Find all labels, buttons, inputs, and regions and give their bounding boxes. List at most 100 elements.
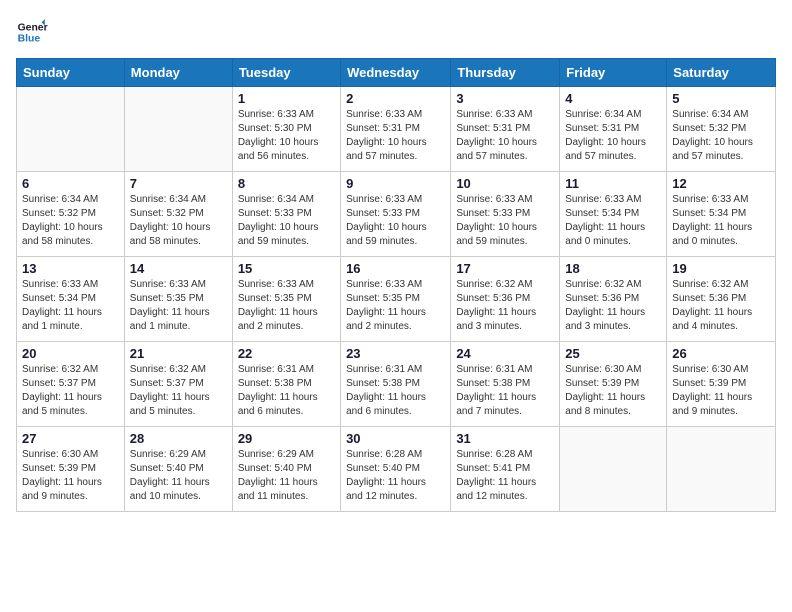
day-info: Sunrise: 6:33 AM Sunset: 5:33 PM Dayligh…	[346, 193, 445, 249]
calendar-cell: 6 Sunrise: 6:34 AM Sunset: 5:32 PM Daylig…	[17, 172, 125, 257]
day-info: Sunrise: 6:33 AM Sunset: 5:35 PM Dayligh…	[346, 278, 445, 334]
day-number: 15	[238, 261, 335, 276]
week-row-4: 20 Sunrise: 6:32 AM Sunset: 5:37 PM Dayli…	[17, 342, 776, 427]
day-number: 17	[456, 261, 554, 276]
day-number: 1	[238, 91, 335, 106]
day-info: Sunrise: 6:31 AM Sunset: 5:38 PM Dayligh…	[456, 363, 554, 419]
day-info: Sunrise: 6:33 AM Sunset: 5:31 PM Dayligh…	[456, 108, 554, 164]
day-info: Sunrise: 6:34 AM Sunset: 5:31 PM Dayligh…	[565, 108, 661, 164]
weekday-header-saturday: Saturday	[667, 59, 776, 87]
day-number: 5	[672, 91, 770, 106]
calendar-cell: 31Sunrise: 6:28 AM Sunset: 5:41 PM Dayli…	[451, 427, 560, 512]
day-number: 2	[346, 91, 445, 106]
logo: General Blue	[16, 16, 52, 48]
calendar-cell: 10 Sunrise: 6:33 AM Sunset: 5:33 PM Dayli…	[451, 172, 560, 257]
day-info: Sunrise: 6:32 AM Sunset: 5:37 PM Dayligh…	[22, 363, 119, 419]
calendar-cell: 26 Sunrise: 6:30 AM Sunset: 5:39 PM Dayli…	[667, 342, 776, 427]
calendar-cell: 18 Sunrise: 6:32 AM Sunset: 5:36 PM Dayli…	[560, 257, 667, 342]
calendar-cell: 16 Sunrise: 6:33 AM Sunset: 5:35 PM Dayli…	[341, 257, 451, 342]
calendar-cell: 15Sunrise: 6:33 AM Sunset: 5:35 PM Dayli…	[232, 257, 340, 342]
day-info: Sunrise: 6:34 AM Sunset: 5:32 PM Dayligh…	[672, 108, 770, 164]
calendar-table: SundayMondayTuesdayWednesdayThursdayFrid…	[16, 58, 776, 512]
day-number: 23	[346, 346, 445, 361]
day-info: Sunrise: 6:29 AM Sunset: 5:40 PM Dayligh…	[238, 448, 335, 504]
weekday-header-monday: Monday	[124, 59, 232, 87]
calendar-cell: 3Sunrise: 6:33 AM Sunset: 5:31 PM Daylig…	[451, 87, 560, 172]
day-number: 20	[22, 346, 119, 361]
weekday-header-friday: Friday	[560, 59, 667, 87]
calendar-cell: 1Sunrise: 6:33 AM Sunset: 5:30 PM Daylig…	[232, 87, 340, 172]
weekday-header-wednesday: Wednesday	[341, 59, 451, 87]
calendar-cell: 28Sunrise: 6:29 AM Sunset: 5:40 PM Dayli…	[124, 427, 232, 512]
day-number: 7	[130, 176, 227, 191]
day-info: Sunrise: 6:33 AM Sunset: 5:34 PM Dayligh…	[672, 193, 770, 249]
day-number: 11	[565, 176, 661, 191]
weekday-header-sunday: Sunday	[17, 59, 125, 87]
calendar-cell: 29Sunrise: 6:29 AM Sunset: 5:40 PM Dayli…	[232, 427, 340, 512]
day-number: 10	[456, 176, 554, 191]
day-number: 30	[346, 431, 445, 446]
logo-icon: General Blue	[16, 16, 48, 48]
calendar-cell: 17 Sunrise: 6:32 AM Sunset: 5:36 PM Dayli…	[451, 257, 560, 342]
week-row-5: 27 Sunrise: 6:30 AM Sunset: 5:39 PM Dayli…	[17, 427, 776, 512]
day-number: 19	[672, 261, 770, 276]
day-number: 6	[22, 176, 119, 191]
calendar-cell	[560, 427, 667, 512]
calendar-cell	[124, 87, 232, 172]
day-info: Sunrise: 6:33 AM Sunset: 5:35 PM Dayligh…	[130, 278, 227, 334]
calendar-cell: 5 Sunrise: 6:34 AM Sunset: 5:32 PM Daylig…	[667, 87, 776, 172]
day-info: Sunrise: 6:32 AM Sunset: 5:36 PM Dayligh…	[456, 278, 554, 334]
day-number: 13	[22, 261, 119, 276]
calendar-cell: 8 Sunrise: 6:34 AM Sunset: 5:33 PM Daylig…	[232, 172, 340, 257]
calendar-cell: 7 Sunrise: 6:34 AM Sunset: 5:32 PM Daylig…	[124, 172, 232, 257]
calendar-cell: 19 Sunrise: 6:32 AM Sunset: 5:36 PM Dayli…	[667, 257, 776, 342]
day-number: 27	[22, 431, 119, 446]
calendar-cell	[667, 427, 776, 512]
calendar-cell: 21 Sunrise: 6:32 AM Sunset: 5:37 PM Dayli…	[124, 342, 232, 427]
day-number: 31	[456, 431, 554, 446]
day-number: 22	[238, 346, 335, 361]
day-number: 26	[672, 346, 770, 361]
weekday-header-row: SundayMondayTuesdayWednesdayThursdayFrid…	[17, 59, 776, 87]
day-number: 18	[565, 261, 661, 276]
week-row-1: 1Sunrise: 6:33 AM Sunset: 5:30 PM Daylig…	[17, 87, 776, 172]
day-info: Sunrise: 6:32 AM Sunset: 5:36 PM Dayligh…	[672, 278, 770, 334]
day-info: Sunrise: 6:32 AM Sunset: 5:36 PM Dayligh…	[565, 278, 661, 334]
day-info: Sunrise: 6:32 AM Sunset: 5:37 PM Dayligh…	[130, 363, 227, 419]
day-number: 14	[130, 261, 227, 276]
day-number: 12	[672, 176, 770, 191]
day-number: 28	[130, 431, 227, 446]
calendar-cell	[17, 87, 125, 172]
day-info: Sunrise: 6:33 AM Sunset: 5:33 PM Dayligh…	[456, 193, 554, 249]
calendar-cell: 23Sunrise: 6:31 AM Sunset: 5:38 PM Dayli…	[341, 342, 451, 427]
calendar-cell: 22 Sunrise: 6:31 AM Sunset: 5:38 PM Dayli…	[232, 342, 340, 427]
calendar-cell: 11 Sunrise: 6:33 AM Sunset: 5:34 PM Dayli…	[560, 172, 667, 257]
day-info: Sunrise: 6:33 AM Sunset: 5:31 PM Dayligh…	[346, 108, 445, 164]
calendar-cell: 25 Sunrise: 6:30 AM Sunset: 5:39 PM Dayli…	[560, 342, 667, 427]
day-number: 8	[238, 176, 335, 191]
calendar-cell: 20 Sunrise: 6:32 AM Sunset: 5:37 PM Dayli…	[17, 342, 125, 427]
calendar-cell: 2 Sunrise: 6:33 AM Sunset: 5:31 PM Daylig…	[341, 87, 451, 172]
day-info: Sunrise: 6:30 AM Sunset: 5:39 PM Dayligh…	[22, 448, 119, 504]
weekday-header-tuesday: Tuesday	[232, 59, 340, 87]
day-info: Sunrise: 6:30 AM Sunset: 5:39 PM Dayligh…	[565, 363, 661, 419]
calendar-cell: 30 Sunrise: 6:28 AM Sunset: 5:40 PM Dayli…	[341, 427, 451, 512]
day-info: Sunrise: 6:33 AM Sunset: 5:34 PM Dayligh…	[565, 193, 661, 249]
day-info: Sunrise: 6:34 AM Sunset: 5:32 PM Dayligh…	[22, 193, 119, 249]
day-info: Sunrise: 6:30 AM Sunset: 5:39 PM Dayligh…	[672, 363, 770, 419]
day-number: 21	[130, 346, 227, 361]
calendar-cell: 14 Sunrise: 6:33 AM Sunset: 5:35 PM Dayli…	[124, 257, 232, 342]
day-number: 25	[565, 346, 661, 361]
day-info: Sunrise: 6:34 AM Sunset: 5:32 PM Dayligh…	[130, 193, 227, 249]
calendar-cell: 4Sunrise: 6:34 AM Sunset: 5:31 PM Daylig…	[560, 87, 667, 172]
calendar-cell: 27 Sunrise: 6:30 AM Sunset: 5:39 PM Dayli…	[17, 427, 125, 512]
day-info: Sunrise: 6:34 AM Sunset: 5:33 PM Dayligh…	[238, 193, 335, 249]
page-header: General Blue	[16, 16, 776, 48]
day-number: 16	[346, 261, 445, 276]
calendar-cell: 13Sunrise: 6:33 AM Sunset: 5:34 PM Dayli…	[17, 257, 125, 342]
day-info: Sunrise: 6:28 AM Sunset: 5:40 PM Dayligh…	[346, 448, 445, 504]
calendar-cell: 9 Sunrise: 6:33 AM Sunset: 5:33 PM Daylig…	[341, 172, 451, 257]
day-number: 9	[346, 176, 445, 191]
day-info: Sunrise: 6:31 AM Sunset: 5:38 PM Dayligh…	[238, 363, 335, 419]
week-row-3: 13Sunrise: 6:33 AM Sunset: 5:34 PM Dayli…	[17, 257, 776, 342]
